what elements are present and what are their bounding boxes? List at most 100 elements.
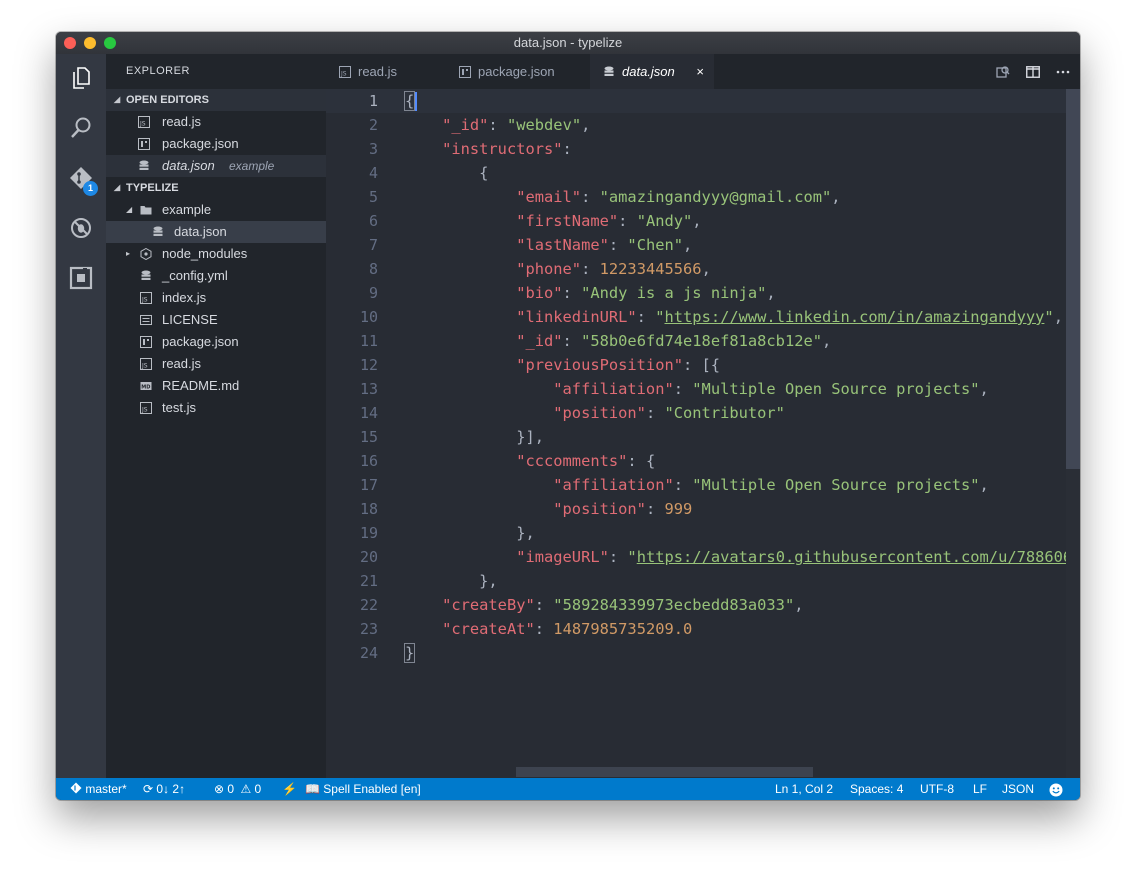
current-line-highlight [326, 89, 1066, 113]
code-line: "affiliation": "Multiple Open Source pro… [553, 476, 989, 494]
scm-badge: 1 [83, 181, 98, 196]
source-control-icon[interactable]: 1 [56, 154, 106, 202]
indentation-status[interactable]: Spaces: 4 [850, 778, 903, 800]
code-line: "email": "amazingandyyy@gmail.com", [516, 188, 841, 206]
line-number: 1 [368, 92, 378, 110]
open-editor-item[interactable]: JS read.js [106, 111, 326, 133]
database-file-icon [141, 270, 151, 280]
language-mode[interactable]: JSON [1002, 778, 1034, 800]
horizontal-scroll-thumb[interactable] [516, 767, 813, 777]
line-number: 7 [368, 236, 378, 254]
explorer-header: EXPLORER [126, 65, 190, 77]
svg-text:JS: JS [139, 121, 146, 128]
code-line: } [403, 643, 416, 663]
line-number: 18 [359, 500, 378, 518]
vertical-scrollbar[interactable] [1066, 89, 1080, 778]
line-number: 10 [359, 308, 378, 326]
code-line: "bio": "Andy is a js ninja", [516, 284, 776, 302]
split-editor-icon[interactable] [1026, 65, 1040, 84]
code-line: "linkedinURL": "https://www.linkedin.com… [516, 308, 1063, 326]
database-file-icon [604, 66, 614, 76]
line-number: 12 [359, 356, 378, 374]
code-line: }, [479, 572, 498, 590]
code-line: { [479, 164, 489, 182]
tree-file[interactable]: LICENSE [106, 309, 326, 331]
line-number: 2 [368, 116, 378, 134]
line-number: 16 [359, 452, 378, 470]
markdown-file-icon: MD [140, 382, 152, 391]
js-file-icon: JS [140, 402, 152, 414]
tree-file[interactable]: MD README.md [106, 375, 326, 397]
line-number: 6 [368, 212, 378, 230]
package-file-icon [459, 66, 471, 78]
js-file-icon: JS [140, 358, 152, 370]
tree-file[interactable]: JS read.js [106, 353, 326, 375]
line-number: 13 [359, 380, 378, 398]
chevron-down-icon: ◢ [126, 205, 133, 214]
database-file-icon [153, 226, 163, 236]
debug-icon[interactable] [56, 204, 106, 252]
package-file-icon [140, 336, 152, 348]
lightning-icon[interactable]: ⚡ [282, 778, 297, 800]
sync-status[interactable]: ⟳ 0↓ 2↑ [143, 778, 185, 800]
open-editors-section[interactable]: ◢ OPEN EDITORS [106, 89, 326, 111]
line-number: 24 [359, 644, 378, 662]
line-number: 5 [368, 188, 378, 206]
explorer-icon[interactable] [56, 54, 106, 102]
problems-status[interactable]: ⊗ 0 ⚠ 0 [214, 778, 261, 800]
close-window-button[interactable] [64, 37, 76, 49]
minimize-window-button[interactable] [84, 37, 96, 49]
cursor-position[interactable]: Ln 1, Col 2 [775, 778, 833, 800]
line-number: 4 [368, 164, 378, 182]
linkedin-link[interactable]: https://www.linkedin.com/in/amazingandyy… [665, 308, 1045, 326]
project-section[interactable]: ◢ TYPELIZE [106, 177, 326, 199]
code-line: { [403, 91, 416, 111]
open-editor-item-active[interactable]: data.json example [106, 155, 326, 177]
open-changes-icon[interactable] [996, 65, 1010, 84]
code-editor[interactable]: 1 2 3 4 5 6 7 8 9 10 11 12 13 14 15 16 1… [326, 89, 1080, 778]
spell-status[interactable]: 📖 Spell Enabled [en] [305, 778, 421, 800]
code-line: "createBy": "589284339973ecbedd83a033", [442, 596, 804, 614]
tab-data-json[interactable]: data.json × [590, 54, 714, 89]
svg-text:JS: JS [340, 71, 347, 78]
warning-icon: ⚠ [240, 782, 252, 796]
close-tab-icon[interactable]: × [696, 54, 704, 89]
encoding-status[interactable]: UTF-8 [920, 778, 954, 800]
search-icon[interactable] [56, 104, 106, 152]
code-line: "position": "Contributor" [553, 404, 785, 422]
tree-file[interactable]: _config.yml [106, 265, 326, 287]
sync-icon: ⟳ [143, 782, 154, 796]
more-actions-icon[interactable] [1056, 65, 1070, 84]
book-icon: 📖 [305, 782, 320, 796]
status-bar: master* ⟳ 0↓ 2↑ ⊗ 0 ⚠ 0 ⚡ 📖 Spell Enable… [56, 778, 1080, 800]
node-icon [140, 248, 152, 260]
title-bar: data.json - typelize [56, 32, 1080, 55]
svg-text:JS: JS [141, 407, 148, 414]
explorer-sidebar: EXPLORER ◢ OPEN EDITORS JS read.js packa… [106, 54, 326, 778]
chevron-right-icon: ▸ [126, 249, 131, 258]
code-line: }, [516, 524, 535, 542]
code-line: "affiliation": "Multiple Open Source pro… [553, 380, 989, 398]
maximize-window-button[interactable] [104, 37, 116, 49]
tab-package-json[interactable]: package.json [446, 54, 590, 89]
svg-text:JS: JS [141, 363, 148, 370]
vertical-scroll-thumb[interactable] [1066, 89, 1080, 469]
eol-status[interactable]: LF [973, 778, 987, 800]
tree-file-data-json[interactable]: data.json [106, 221, 326, 243]
svg-text:MD: MD [141, 385, 150, 391]
tab-read-js[interactable]: JS read.js [326, 54, 446, 89]
database-file-icon [139, 160, 149, 170]
code-line: "imageURL": "https://avatars0.githubuser… [405, 545, 1080, 569]
tree-file[interactable]: JS index.js [106, 287, 326, 309]
open-editor-item[interactable]: package.json [106, 133, 326, 155]
tree-folder-node-modules[interactable]: ▸ node_modules [106, 243, 326, 265]
tree-file[interactable]: package.json [106, 331, 326, 353]
image-url-link[interactable]: https://avatars0.githubusercontent.com/u… [637, 548, 1080, 566]
tree-file[interactable]: JS test.js [106, 397, 326, 419]
feedback-smiley-icon[interactable] [1049, 782, 1063, 800]
extensions-icon[interactable] [56, 254, 106, 302]
tree-folder-example[interactable]: ◢ example [106, 199, 326, 221]
license-icon [140, 315, 152, 325]
branch-status[interactable]: master* [70, 778, 127, 800]
line-number: 8 [368, 260, 378, 278]
